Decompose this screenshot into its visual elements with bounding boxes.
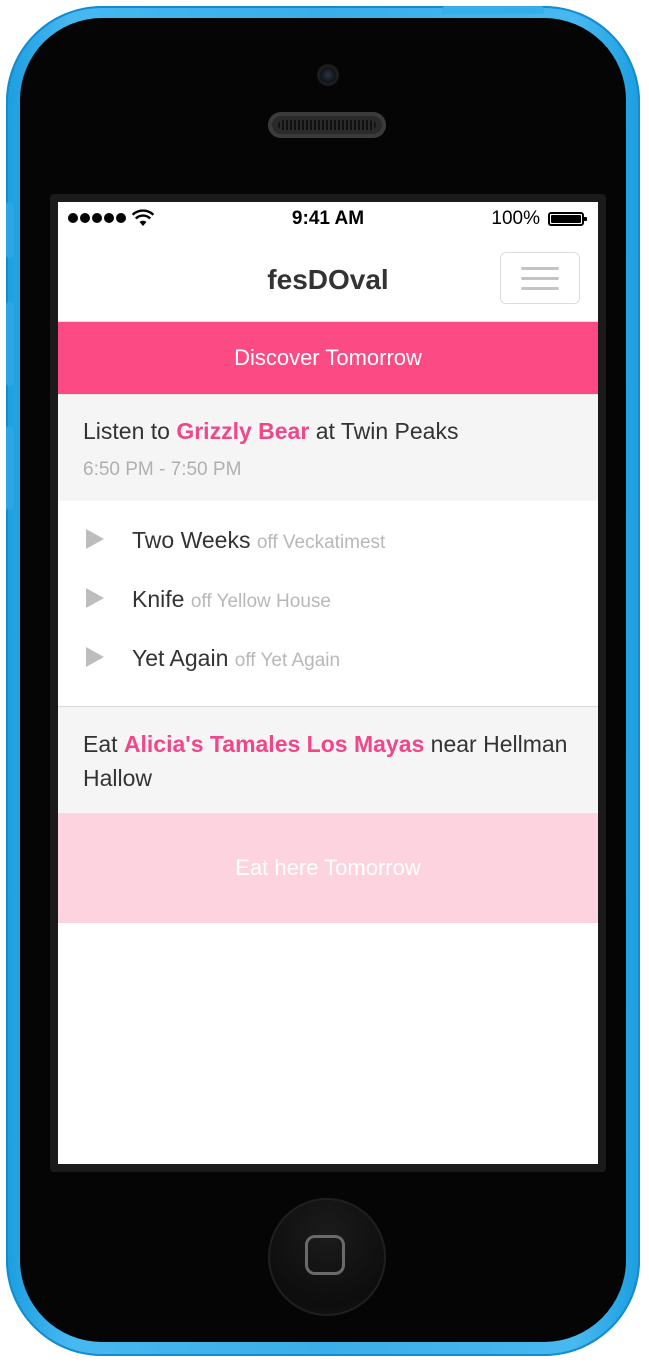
event-prefix: Listen to — [83, 418, 170, 444]
home-button[interactable] — [268, 1198, 386, 1316]
status-bar: 9:41 AM 100% — [58, 202, 598, 238]
food-prefix: Eat — [83, 731, 118, 757]
play-icon[interactable] — [86, 588, 104, 608]
track-source: off Veckatimest — [256, 532, 386, 553]
play-icon[interactable] — [86, 647, 104, 667]
track-source: off Yellow House — [190, 591, 331, 612]
event-title: Listen to Grizzly Bear at Twin Peaks — [83, 417, 573, 445]
battery-icon — [548, 212, 587, 226]
hamburger-icon — [521, 267, 559, 270]
home-square-icon — [305, 1235, 345, 1275]
play-icon[interactable] — [86, 529, 104, 549]
menu-toggle-button[interactable] — [500, 252, 580, 304]
track-item[interactable]: Two Weeks off Veckatimest — [58, 517, 598, 576]
track-text: Knife off Yellow House — [132, 586, 331, 613]
food-title: Eat Alicia's Tamales Los Mayas near Hell… — [83, 727, 573, 795]
hamburger-bar — [521, 277, 559, 280]
track-text: Two Weeks off Veckatimest — [132, 527, 385, 554]
mute-switch — [6, 202, 14, 258]
event-time: 6:50 PM - 7:50 PM — [83, 459, 242, 480]
track-list: Two Weeks off Veckatimest Knife off Yell… — [58, 501, 598, 707]
navbar: fesDOval — [58, 238, 598, 322]
food-card: Eat Alicia's Tamales Los Mayas near Hell… — [58, 707, 598, 813]
app-screen: 9:41 AM 100% fesDOval Discover Tomorrow … — [58, 202, 598, 1164]
artist-link[interactable]: Grizzly Bear — [176, 418, 309, 444]
eat-here-tomorrow-button[interactable]: Eat here Tomorrow — [58, 813, 598, 923]
track-title: Knife — [132, 586, 185, 612]
hamburger-bar — [521, 287, 559, 290]
track-text: Yet Again off Yet Again — [132, 645, 340, 672]
discover-tomorrow-button[interactable]: Discover Tomorrow — [58, 322, 598, 395]
track-source: off Yet Again — [234, 650, 341, 671]
track-title: Two Weeks — [132, 527, 251, 553]
track-item[interactable]: Knife off Yellow House — [58, 576, 598, 635]
battery-percentage: 100% — [491, 208, 540, 229]
front-camera — [317, 64, 339, 86]
earpiece-speaker — [268, 112, 386, 138]
power-button — [442, 6, 544, 14]
track-item[interactable]: Yet Again off Yet Again — [58, 635, 598, 694]
volume-up-button — [6, 302, 14, 386]
event-suffix: at Twin Peaks — [315, 418, 459, 444]
track-title: Yet Again — [132, 645, 229, 671]
vendor-link[interactable]: Alicia's Tamales Los Mayas — [124, 731, 424, 757]
event-card: Listen to Grizzly Bear at Twin Peaks 6:5… — [58, 395, 598, 501]
volume-down-button — [6, 426, 14, 510]
